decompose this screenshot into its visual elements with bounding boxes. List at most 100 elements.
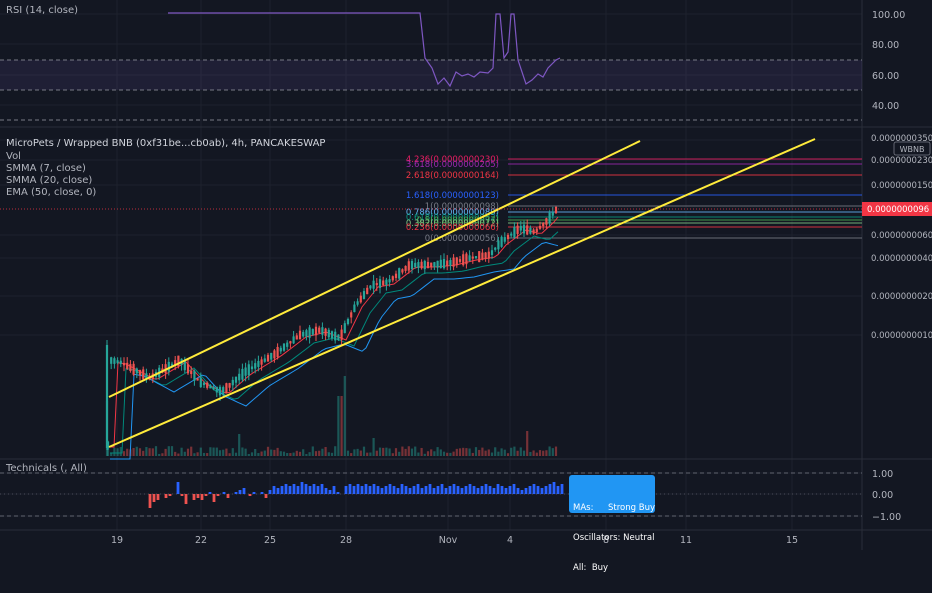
candle-body-42 xyxy=(238,373,241,381)
candle-body-117 xyxy=(478,251,481,263)
candle-body-6 xyxy=(122,362,126,366)
tech-bar-46 xyxy=(360,486,364,494)
candle-body-89 xyxy=(388,279,391,283)
tech-bar-78 xyxy=(488,486,492,494)
volume-bar-83 xyxy=(369,452,372,456)
candle-body-102 xyxy=(430,262,433,268)
volume-bar-14 xyxy=(148,448,151,456)
fib-retracement[interactable]: 4.236(0.0000000230)3.618(0.0000000205)2.… xyxy=(406,155,862,244)
tech-bar-32 xyxy=(300,482,304,494)
time-tick-5: 4 xyxy=(507,535,513,546)
indicator-smma20[interactable]: SMMA (20, close) xyxy=(6,175,92,188)
tech-bar-77 xyxy=(484,484,488,494)
volume-bar-109 xyxy=(452,451,455,456)
candle-body-54 xyxy=(276,346,279,358)
time-tick-7: 11 xyxy=(680,535,692,546)
volume-bar-59 xyxy=(292,452,295,456)
technicals-label[interactable]: Technicals (, All) xyxy=(6,463,87,476)
volume-bar-56 xyxy=(282,451,286,456)
volume-bar-108 xyxy=(449,452,452,456)
volume-bar-36 xyxy=(218,450,222,456)
tech-bar-47 xyxy=(364,484,368,494)
volume-bar-61 xyxy=(298,451,302,456)
candle-body-140 xyxy=(551,212,554,216)
chart-window[interactable]: 4.236(0.0000000230) 3.618(0.0000000205) 2.… xyxy=(0,0,932,573)
volume-bar-125 xyxy=(503,449,506,456)
indicator-ema50[interactable]: EMA (50, close, 0) xyxy=(6,187,96,200)
volume-bar-84 xyxy=(372,438,375,456)
volume-bar-65 xyxy=(311,446,314,456)
volume-bar-41 xyxy=(234,452,238,456)
volume-bar-118 xyxy=(481,447,484,456)
tech-bar-94 xyxy=(552,482,556,494)
ema50-line xyxy=(110,241,559,460)
time-axis[interactable]: 19 22 25 28 Nov 4 8 11 15 xyxy=(111,535,798,546)
tech-bar-74 xyxy=(472,486,476,494)
volume-bar-43 xyxy=(241,447,244,456)
candle-body-27 xyxy=(190,370,193,375)
tech-bar-66 xyxy=(440,484,444,494)
current-price-label: 0.0000000096 xyxy=(867,205,929,215)
candle-body-12 xyxy=(142,369,145,380)
rsi-tick-2: 60.00 xyxy=(872,71,899,82)
tech-bar-4 xyxy=(168,494,172,496)
time-tick-2: 25 xyxy=(264,535,276,546)
volume-bar-48 xyxy=(257,453,260,456)
tech-bar-2 xyxy=(156,494,160,500)
tech-bar-95 xyxy=(556,486,560,494)
volume-bar-24 xyxy=(180,447,183,456)
tech-bar-91 xyxy=(540,488,544,494)
volume-bar-114 xyxy=(468,448,471,456)
volume-bar-101 xyxy=(426,451,430,456)
channel-upper xyxy=(108,140,641,398)
tech-bar-34 xyxy=(308,486,312,494)
volume-bar-131 xyxy=(522,450,526,456)
volume-bar-28 xyxy=(193,453,196,456)
candle-body-127 xyxy=(510,233,513,236)
volume-bar-34 xyxy=(212,447,215,456)
rsi-label[interactable]: RSI (14, close) xyxy=(6,5,78,18)
candle-body-124 xyxy=(500,236,503,247)
tech-bar-68 xyxy=(448,486,452,494)
volume-bar-129 xyxy=(516,450,519,456)
symbol-title[interactable]: MicroPets / Wrapped BNB (0xf31be...cb0ab… xyxy=(6,138,325,151)
volume-bar-99 xyxy=(420,447,423,456)
candle-body-99 xyxy=(420,261,423,269)
candle-body-40 xyxy=(231,379,234,386)
tech-bar-53 xyxy=(388,484,392,494)
volume-bar-58 xyxy=(289,453,292,456)
volume-bar-16 xyxy=(154,446,158,456)
candle-body-109 xyxy=(452,257,455,267)
volume-bar-66 xyxy=(314,451,318,456)
volume-bar-115 xyxy=(471,452,474,456)
tech-bar-23 xyxy=(264,494,268,498)
osc-value: Neutral xyxy=(623,533,655,543)
candle-body-41 xyxy=(234,376,238,383)
volume-bar-137 xyxy=(542,450,545,456)
volume-bar-120 xyxy=(487,449,490,456)
candle-body-32 xyxy=(206,382,209,388)
volume-bar-130 xyxy=(519,447,522,456)
tech-bar-59 xyxy=(412,486,416,494)
volume-bar-55 xyxy=(279,451,282,456)
volume-bar-33 xyxy=(209,447,212,456)
volume-bar-134 xyxy=(532,450,535,456)
candle-body-7 xyxy=(126,362,129,369)
volume-bar-140 xyxy=(551,448,554,456)
chart-canvas[interactable]: 4.236(0.0000000230)3.618(0.0000000205)2.… xyxy=(0,0,932,550)
candle-body-60 xyxy=(295,335,298,340)
tech-bar-56 xyxy=(400,484,404,494)
indicator-smma7[interactable]: SMMA (7, close) xyxy=(6,163,86,176)
candle-body-43 xyxy=(241,368,244,380)
candle-body-80 xyxy=(359,295,362,303)
volume-bar-141 xyxy=(554,446,558,456)
volume-bar-62 xyxy=(302,449,305,456)
candle-body-63 xyxy=(305,330,308,337)
price-tick-5: 0.0000000020 xyxy=(871,292,932,302)
rsi-pane[interactable] xyxy=(0,12,862,121)
candle-body-132 xyxy=(526,225,529,235)
candle-body-44 xyxy=(244,367,247,376)
tech-bar-1 xyxy=(152,494,156,502)
indicator-vol[interactable]: Vol xyxy=(6,151,21,164)
candle-body-0 xyxy=(105,345,109,448)
